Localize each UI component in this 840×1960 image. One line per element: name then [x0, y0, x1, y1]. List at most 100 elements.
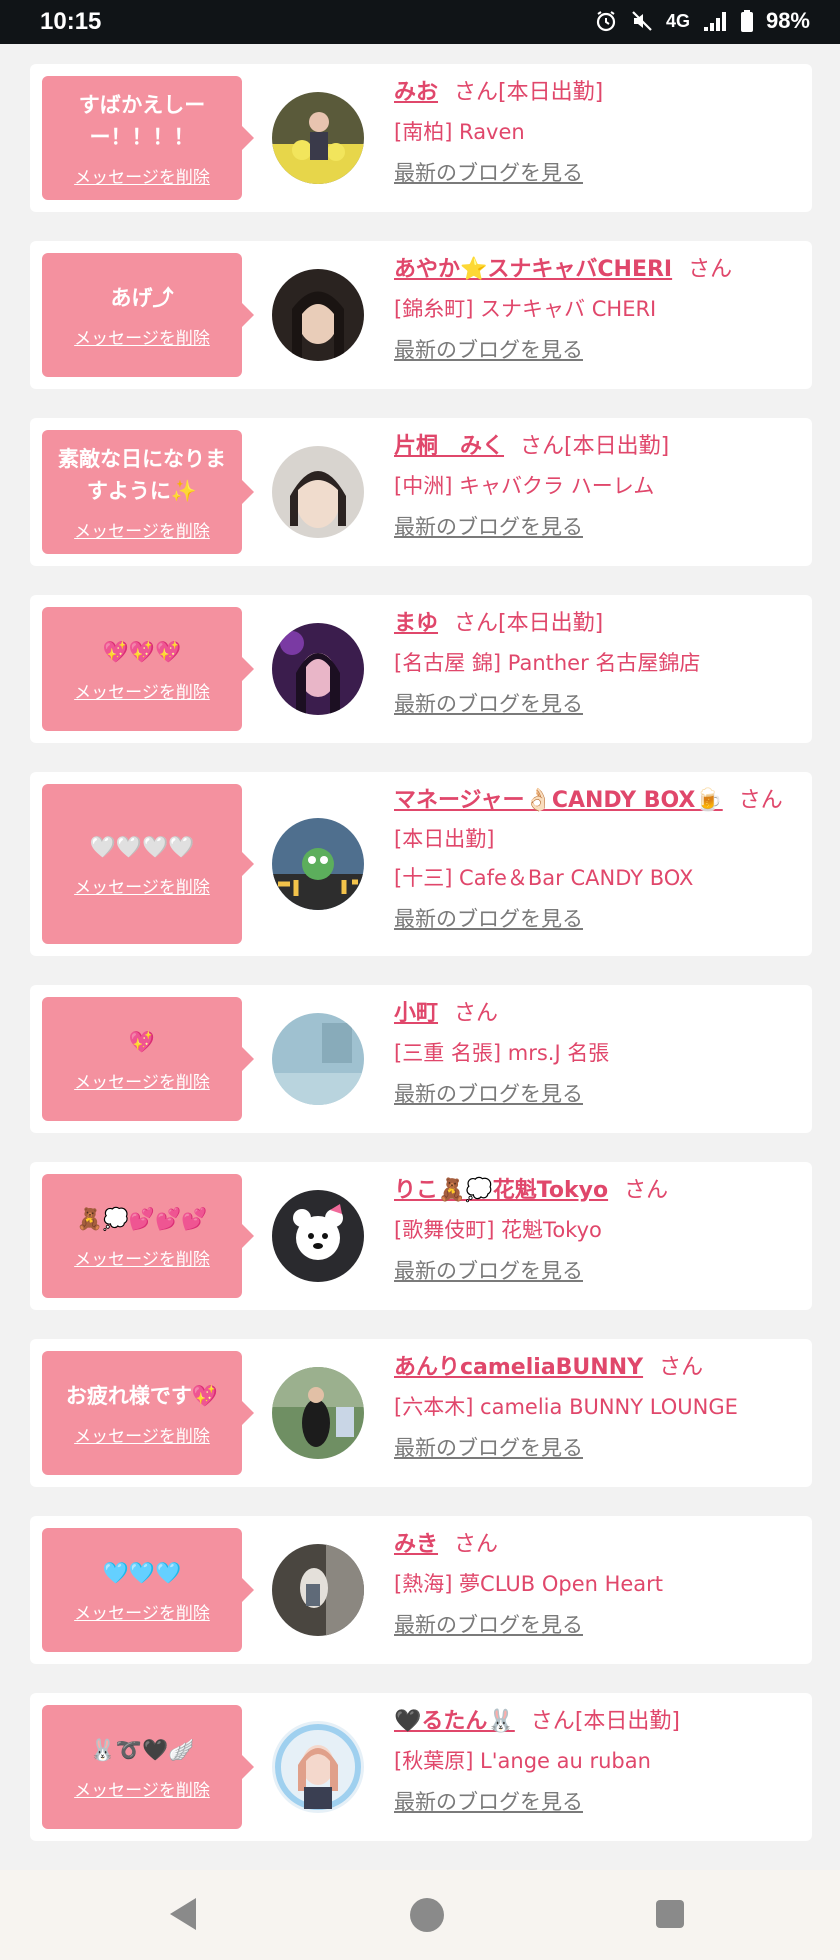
- avatar[interactable]: [272, 818, 364, 910]
- latest-blog-link[interactable]: 最新のブログを見る: [394, 506, 583, 548]
- honorific: さん: [520, 434, 565, 459]
- message-list: すばかえしーー！！！！ メッセージを削除 みお さん[本日出勤] [南柏] Rav…: [0, 44, 840, 1870]
- avatar[interactable]: [272, 92, 364, 184]
- delete-message-link[interactable]: メッセージを削除: [74, 873, 210, 898]
- message-bubble: 💖 メッセージを削除: [42, 997, 254, 1121]
- shop-label: [南柏] Raven: [394, 120, 525, 144]
- sender-name-link[interactable]: りこ🧸💭花魁Tokyo: [394, 1178, 608, 1203]
- message-text: お疲れ様です💖: [65, 1383, 219, 1408]
- message-bubble: 🩵🩵🩵 メッセージを削除: [42, 1528, 254, 1652]
- delete-message-link[interactable]: メッセージを削除: [74, 1599, 210, 1624]
- latest-blog-link[interactable]: 最新のブログを見る: [394, 152, 583, 194]
- sender-name-link[interactable]: 🖤るたん🐰: [394, 1709, 515, 1734]
- list-item: 🧸💭💕💕💕 メッセージを削除 りこ🧸💭花魁Tokyo さん [歌舞伎町] 花魁To…: [30, 1162, 812, 1310]
- work-status: [本日出勤]: [394, 827, 495, 851]
- honorific: さん: [659, 1355, 704, 1380]
- sender-name-link[interactable]: あんりcameliaBUNNY: [394, 1355, 643, 1380]
- alarm-icon: [594, 9, 618, 33]
- shop-label: [十三] Cafe＆Bar CANDY BOX: [394, 866, 694, 890]
- work-status: [本日出勤]: [498, 611, 604, 636]
- latest-blog-link[interactable]: 最新のブログを見る: [394, 1604, 583, 1646]
- message-text: 🩵🩵🩵: [102, 1560, 182, 1585]
- shop-label: [錦糸町] スナキャバ CHERI: [394, 297, 657, 321]
- latest-blog-link[interactable]: 最新のブログを見る: [394, 1250, 583, 1292]
- latest-blog-link[interactable]: 最新のブログを見る: [394, 329, 583, 371]
- list-item: 🐰➰🖤🪽 メッセージを削除 🖤るたん🐰 さん[本日出勤] [秋葉原] L'ange…: [30, 1693, 812, 1841]
- latest-blog-link[interactable]: 最新のブログを見る: [394, 898, 583, 940]
- message-text: 🤍🤍🤍🤍: [89, 834, 195, 859]
- list-item: 🩵🩵🩵 メッセージを削除 みき さん [熱海] 夢CLUB Open Heart …: [30, 1516, 812, 1664]
- battery-icon: [740, 9, 754, 33]
- delete-message-link[interactable]: メッセージを削除: [74, 517, 210, 542]
- latest-blog-link[interactable]: 最新のブログを見る: [394, 683, 583, 725]
- message-bubble: お疲れ様です💖 メッセージを削除: [42, 1351, 254, 1475]
- avatar[interactable]: [272, 1013, 364, 1105]
- battery-percent: 98%: [765, 8, 810, 33]
- list-item: 💖 メッセージを削除 小町 さん [三重 名張] mrs.J 名張 最新のブログを…: [30, 985, 812, 1133]
- honorific: さん: [738, 788, 783, 813]
- latest-blog-link[interactable]: 最新のブログを見る: [394, 1427, 583, 1469]
- sender-name-link[interactable]: みき: [394, 1532, 438, 1557]
- delete-message-link[interactable]: メッセージを削除: [74, 1422, 210, 1447]
- avatar[interactable]: [272, 623, 364, 715]
- sender-name-link[interactable]: 片桐 みく: [394, 434, 504, 459]
- message-bubble: 素敵な日になりますように✨ メッセージを削除: [42, 430, 254, 554]
- delete-message-link[interactable]: メッセージを削除: [74, 324, 210, 349]
- home-icon[interactable]: [410, 1898, 444, 1932]
- delete-message-link[interactable]: メッセージを削除: [74, 1776, 210, 1801]
- avatar[interactable]: [272, 1544, 364, 1636]
- delete-message-link[interactable]: メッセージを削除: [74, 1068, 210, 1093]
- sender-name-link[interactable]: 小町: [394, 1001, 438, 1026]
- navigation-bar: [0, 1870, 840, 1960]
- avatar[interactable]: [272, 1721, 364, 1813]
- avatar[interactable]: [272, 1367, 364, 1459]
- shop-label: [秋葉原] L'ange au ruban: [394, 1749, 651, 1773]
- shop-label: [名古屋 錦] Panther 名古屋錦店: [394, 651, 701, 675]
- message-bubble: 🧸💭💕💕💕 メッセージを削除: [42, 1174, 254, 1298]
- avatar[interactable]: [272, 269, 364, 361]
- delete-message-link[interactable]: メッセージを削除: [74, 678, 210, 703]
- list-item: 素敵な日になりますように✨ メッセージを削除 片桐 みく さん[本日出勤] [中洲…: [30, 418, 812, 566]
- honorific: さん: [454, 1001, 499, 1026]
- honorific: さん: [454, 611, 499, 636]
- sender-name-link[interactable]: みお: [394, 80, 438, 105]
- work-status: [本日出勤]: [498, 80, 604, 105]
- sender-name-link[interactable]: まゆ: [394, 611, 438, 636]
- work-status: [本日出勤]: [574, 1709, 680, 1734]
- sender-name-link[interactable]: あやか⭐スナキャバCHERI: [394, 257, 672, 282]
- latest-blog-link[interactable]: 最新のブログを見る: [394, 1073, 583, 1115]
- message-text: 🐰➰🖤🪽: [89, 1737, 195, 1762]
- status-icons: 4G 98%: [594, 8, 810, 34]
- list-item: 💖💖💖 メッセージを削除 まゆ さん[本日出勤] [名古屋 錦] Panther …: [30, 595, 812, 743]
- status-bar: 10:15 4G 98%: [0, 0, 840, 44]
- recents-icon[interactable]: [656, 1900, 684, 1928]
- delete-message-link[interactable]: メッセージを削除: [74, 163, 210, 188]
- shop-label: [歌舞伎町] 花魁Tokyo: [394, 1218, 602, 1242]
- honorific: さん: [688, 257, 733, 282]
- list-item: あげ⤴ メッセージを削除 あやか⭐スナキャバCHERI さん [錦糸町] スナキャ…: [30, 241, 812, 389]
- message-bubble: すばかえしーー！！！！ メッセージを削除: [42, 76, 254, 200]
- message-text: 🧸💭💕💕💕: [76, 1206, 208, 1231]
- mute-icon: [630, 9, 654, 33]
- message-text: すばかえしーー！！！！: [78, 92, 206, 149]
- honorific: さん: [454, 80, 499, 105]
- message-bubble: 🤍🤍🤍🤍 メッセージを削除: [42, 784, 254, 944]
- work-status: [本日出勤]: [564, 434, 670, 459]
- list-item: すばかえしーー！！！！ メッセージを削除 みお さん[本日出勤] [南柏] Rav…: [30, 64, 812, 212]
- shop-label: [熱海] 夢CLUB Open Heart: [394, 1572, 664, 1596]
- avatar[interactable]: [272, 1190, 364, 1282]
- sender-name-link[interactable]: マネージャー👌🏻CANDY BOX🍺: [394, 788, 723, 813]
- honorific: さん: [454, 1532, 499, 1557]
- message-text: あげ⤴: [110, 285, 174, 310]
- shop-label: [六本木] camelia BUNNY LOUNGE: [394, 1395, 738, 1419]
- list-item: 🤍🤍🤍🤍 メッセージを削除 マネージャー👌🏻CANDY BOX🍺 さん [本日出勤…: [30, 772, 812, 956]
- status-time: 10:15: [40, 8, 102, 35]
- delete-message-link[interactable]: メッセージを削除: [74, 1245, 210, 1270]
- message-text: 💖💖💖: [102, 639, 182, 664]
- message-bubble: あげ⤴ メッセージを削除: [42, 253, 254, 377]
- message-text: 💖: [128, 1029, 156, 1054]
- message-bubble: 💖💖💖 メッセージを削除: [42, 607, 254, 731]
- back-icon[interactable]: [170, 1898, 196, 1930]
- avatar[interactable]: [272, 446, 364, 538]
- latest-blog-link[interactable]: 最新のブログを見る: [394, 1781, 583, 1823]
